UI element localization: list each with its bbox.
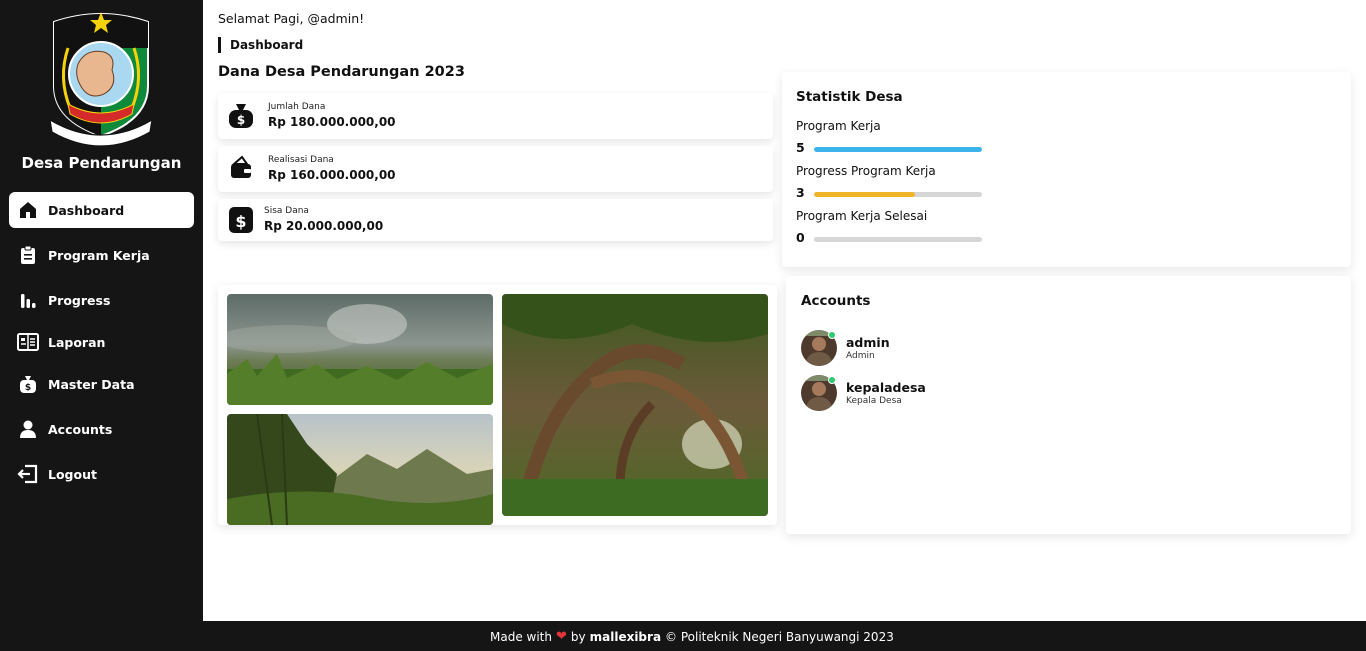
sidebar-item-program-kerja[interactable]: Program Kerja	[9, 237, 194, 273]
accounts-title: Accounts	[801, 293, 871, 309]
fund-label: Sisa Dana	[264, 206, 309, 216]
account-name: kepaladesa	[846, 380, 926, 395]
sidebar-item-label: Laporan	[48, 334, 106, 350]
photo-gallery	[218, 285, 777, 525]
fund-card-total: $ Jumlah Dana Rp 180.000.000,00	[218, 93, 773, 139]
tree-tunnel-photo	[502, 294, 768, 516]
account-item-kepaladesa[interactable]: kepaladesa Kepala Desa	[801, 375, 1101, 413]
account-role: Admin	[846, 351, 875, 361]
stat-label: Progress Program Kerja	[796, 164, 936, 178]
progress-bar-fill	[814, 147, 982, 152]
user-icon	[17, 418, 39, 440]
sidebar: Desa Pendarungan Dashboard Program Kerja…	[0, 0, 203, 621]
sidebar-item-master-data[interactable]: $ Master Data	[9, 366, 194, 402]
stat-label: Program Kerja Selesai	[796, 209, 928, 223]
account-name: admin	[846, 335, 890, 350]
online-status-dot	[828, 376, 836, 384]
greeting-text: Selamat Pagi, @admin!	[218, 11, 365, 26]
fund-card-sisa: $ Sisa Dana Rp 20.000.000,00	[218, 199, 773, 241]
fund-label: Jumlah Dana	[268, 102, 326, 112]
fund-label: Realisasi Dana	[268, 155, 334, 165]
sidebar-item-label: Accounts	[48, 421, 113, 437]
home-icon	[17, 199, 39, 221]
svg-text:$: $	[235, 212, 246, 231]
stat-label: Program Kerja	[796, 119, 881, 133]
regency-emblem-logo	[46, 8, 156, 147]
clipboard-icon	[17, 244, 39, 266]
progress-bar	[814, 237, 982, 242]
village-name: Desa Pendarungan	[21, 154, 182, 172]
misty-field-photo	[227, 294, 493, 405]
footer: Made with ❤ by mallexibra © Politeknik N…	[0, 621, 1366, 651]
sidebar-item-laporan[interactable]: Laporan	[9, 324, 194, 360]
fund-value: Rp 160.000.000,00	[268, 168, 396, 182]
stat-value: 3	[796, 185, 805, 200]
sidebar-item-label: Logout	[48, 466, 97, 482]
svg-text:$: $	[25, 383, 31, 393]
progress-bar-fill	[814, 192, 915, 197]
stat-value: 5	[796, 140, 805, 155]
report-icon	[17, 331, 39, 353]
footer-made-with: Made with	[490, 629, 552, 644]
stats-title: Statistik Desa	[796, 89, 903, 105]
sidebar-item-dashboard[interactable]: Dashboard	[9, 192, 194, 228]
bamboo-hills-photo	[227, 414, 493, 525]
fund-value: Rp 180.000.000,00	[268, 115, 396, 129]
footer-author-link[interactable]: mallexibra	[590, 630, 661, 644]
progress-bar	[814, 192, 982, 197]
account-item-admin[interactable]: admin Admin	[801, 330, 1101, 368]
money-bag-icon: $	[228, 102, 254, 130]
wallet-icon	[228, 154, 254, 182]
logout-icon	[17, 463, 39, 485]
heart-icon: ❤	[555, 629, 567, 644]
fund-card-realisasi: Realisasi Dana Rp 160.000.000,00	[218, 146, 773, 192]
sidebar-item-label: Progress	[48, 292, 111, 308]
account-role: Kepala Desa	[846, 396, 902, 406]
fund-section-title: Dana Desa Pendarungan 2023	[218, 64, 465, 80]
accounts-card: Accounts admin Admin kepaladesa Kepala D…	[786, 276, 1351, 534]
footer-credit: Made with ❤ by mallexibra © Politeknik N…	[490, 629, 894, 644]
sidebar-item-label: Dashboard	[48, 202, 125, 218]
sidebar-item-label: Master Data	[48, 376, 135, 392]
sidebar-item-accounts[interactable]: Accounts	[9, 411, 194, 447]
sidebar-item-logout[interactable]: Logout	[9, 456, 194, 492]
dollar-icon: $	[228, 206, 254, 234]
stat-value: 0	[796, 230, 805, 245]
footer-copyright: © Politeknik Negeri Banyuwangi 2023	[665, 629, 894, 644]
sidebar-item-label: Program Kerja	[48, 247, 150, 263]
svg-text:$: $	[237, 113, 245, 127]
breadcrumb: Dashboard	[218, 37, 303, 53]
online-status-dot	[828, 331, 836, 339]
bar-chart-icon	[17, 289, 39, 311]
progress-bar	[814, 147, 982, 152]
village-stats-card: Statistik Desa Program Kerja 5 Progress …	[782, 72, 1351, 267]
footer-by: by	[570, 629, 586, 644]
sidebar-item-progress[interactable]: Progress	[9, 282, 194, 318]
money-bag-icon: $	[17, 373, 39, 395]
fund-value: Rp 20.000.000,00	[264, 219, 384, 233]
